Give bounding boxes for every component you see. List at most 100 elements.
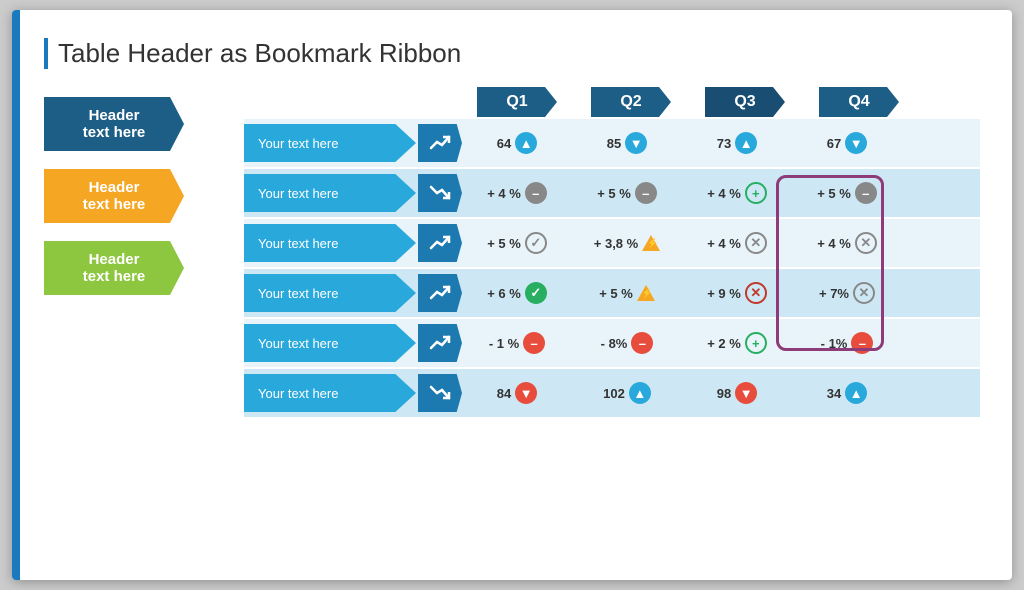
legend: Headertext here Headertext here Headerte… — [44, 97, 224, 295]
col-header-q3-label: Q3 — [705, 87, 785, 117]
slide: Table Header as Bookmark Ribbon Headerte… — [12, 10, 1012, 580]
col-header-q1: Q1 — [462, 87, 572, 117]
cell-1-4: 67 ▼ — [792, 119, 902, 167]
row-cells-3: + 5 % ✓ + 3,8 % ⚡ + 4 % ✕ + 4 % — [462, 219, 980, 267]
icon-minus-2-2: – — [635, 182, 657, 204]
cell-3-2: + 3,8 % ⚡ — [572, 219, 682, 267]
row-cells-4: + 6 % ✓ + 5 % ⚡ + 9 % ✕ + 7% — [462, 269, 980, 317]
cell-2-2: + 5 % – — [572, 169, 682, 217]
icon-plus-green-5-3: + — [745, 332, 767, 354]
legend-label-green: Headertext here — [44, 241, 184, 295]
row-cells-1: 64 ▲ 85 ▼ 73 ▲ 67 ▼ — [462, 119, 980, 167]
cell-2-4: + 5 % – — [792, 169, 902, 217]
icon-minus-2-4: – — [855, 182, 877, 204]
cell-1-3: 73 ▲ — [682, 119, 792, 167]
table-row-6: Your text here 84 ▼ 102 ▲ — [244, 369, 980, 417]
legend-item-2: Headertext here — [44, 169, 224, 223]
icon-up-1-1: ▲ — [515, 132, 537, 154]
col-header-q4-label: Q4 — [819, 87, 899, 117]
col-header-q4: Q4 — [804, 87, 914, 117]
row-icon-1 — [418, 124, 462, 162]
cell-2-3: + 4 % + — [682, 169, 792, 217]
cell-2-1: + 4 % – — [462, 169, 572, 217]
icon-x-red-4-3: ✕ — [745, 282, 767, 304]
row-label-wrap-6: Your text here — [244, 374, 462, 412]
cell-6-1: 84 ▼ — [462, 369, 572, 417]
legend-label-orange: Headertext here — [44, 169, 184, 223]
legend-item-3: Headertext here — [44, 241, 224, 295]
row-icon-6 — [418, 374, 462, 412]
cell-3-1: + 5 % ✓ — [462, 219, 572, 267]
lightning-icon-4-2: ⚡ — [637, 285, 655, 301]
table-rows: Your text here 64 ▲ 85 ▼ — [244, 119, 980, 417]
table-row-1: Your text here 64 ▲ 85 ▼ — [244, 119, 980, 167]
icon-down-red-6-1: ▼ — [515, 382, 537, 404]
row-label-2: Your text here — [244, 174, 416, 212]
cell-5-2: - 8% – — [572, 319, 682, 367]
row-label-3: Your text here — [244, 224, 416, 262]
row-cells-2: + 4 % – + 5 % – + 4 % + + 5 % — [462, 169, 980, 217]
icon-minus-red-5-1: – — [523, 332, 545, 354]
slide-title: Table Header as Bookmark Ribbon — [44, 38, 980, 69]
col-header-q2: Q2 — [576, 87, 686, 117]
icon-plus-2-3: + — [745, 182, 767, 204]
icon-check-filled-4-1: ✓ — [525, 282, 547, 304]
legend-item-1: Headertext here — [44, 97, 224, 151]
icon-x-4-4: ✕ — [853, 282, 875, 304]
icon-check-3-1: ✓ — [525, 232, 547, 254]
cell-4-2: + 5 % ⚡ — [572, 269, 682, 317]
icon-up-1-3: ▲ — [735, 132, 757, 154]
icon-down-1-2: ▼ — [625, 132, 647, 154]
row-label-wrap-2: Your text here — [244, 174, 462, 212]
cell-6-2: 102 ▲ — [572, 369, 682, 417]
row-label-wrap-1: Your text here — [244, 124, 462, 162]
row-icon-4 — [418, 274, 462, 312]
content-area: Headertext here Headertext here Headerte… — [44, 87, 980, 417]
table-row-4: Your text here + 6 % ✓ + 5 % ⚡ — [244, 269, 980, 317]
col-header-q3: Q3 — [690, 87, 800, 117]
icon-down-1-4: ▼ — [845, 132, 867, 154]
cell-5-1: - 1 % – — [462, 319, 572, 367]
legend-label-blue: Headertext here — [44, 97, 184, 151]
row-icon-5 — [418, 324, 462, 362]
icon-minus-red-5-4: – — [851, 332, 873, 354]
icon-minus-red-5-2: – — [631, 332, 653, 354]
icon-up-6-2: ▲ — [629, 382, 651, 404]
cell-1-1: 64 ▲ — [462, 119, 572, 167]
table-row-3: Your text here + 5 % ✓ + 3,8 % ⚡ — [244, 219, 980, 267]
table-area: Q1 Q2 Q3 Q4 Your text here — [244, 87, 980, 417]
row-label-wrap-3: Your text here — [244, 224, 462, 262]
cell-3-4: + 4 % ✕ — [792, 219, 902, 267]
row-cells-5: - 1 % – - 8% – + 2 % + - 1% — [462, 319, 980, 367]
row-label-wrap-5: Your text here — [244, 324, 462, 362]
cell-6-3: 98 ▼ — [682, 369, 792, 417]
row-icon-3 — [418, 224, 462, 262]
col-header-q2-label: Q2 — [591, 87, 671, 117]
cell-5-3: + 2 % + — [682, 319, 792, 367]
col-headers: Q1 Q2 Q3 Q4 — [462, 87, 980, 117]
icon-x-3-4: ✕ — [855, 232, 877, 254]
row-label-1: Your text here — [244, 124, 416, 162]
row-label-5: Your text here — [244, 324, 416, 362]
row-cells-6: 84 ▼ 102 ▲ 98 ▼ 34 ▲ — [462, 369, 980, 417]
cell-4-4: + 7% ✕ — [792, 269, 902, 317]
lightning-icon-3-2: ⚡ — [642, 235, 660, 251]
cell-3-3: + 4 % ✕ — [682, 219, 792, 267]
cell-4-1: + 6 % ✓ — [462, 269, 572, 317]
table-row-2: Your text here + 4 % – + 5 % – — [244, 169, 980, 217]
icon-up-6-4: ▲ — [845, 382, 867, 404]
row-label-wrap-4: Your text here — [244, 274, 462, 312]
cell-6-4: 34 ▲ — [792, 369, 902, 417]
cell-4-3: + 9 % ✕ — [682, 269, 792, 317]
icon-minus-2-1: – — [525, 182, 547, 204]
row-label-6: Your text here — [244, 374, 416, 412]
icon-down-red-6-3: ▼ — [735, 382, 757, 404]
cell-5-4: - 1% – — [792, 319, 902, 367]
row-label-4: Your text here — [244, 274, 416, 312]
table-row-5: Your text here - 1 % – - 8% – — [244, 319, 980, 367]
blue-accent — [12, 10, 20, 580]
row-icon-2 — [418, 174, 462, 212]
col-header-q1-label: Q1 — [477, 87, 557, 117]
icon-x-3-3: ✕ — [745, 232, 767, 254]
cell-1-2: 85 ▼ — [572, 119, 682, 167]
